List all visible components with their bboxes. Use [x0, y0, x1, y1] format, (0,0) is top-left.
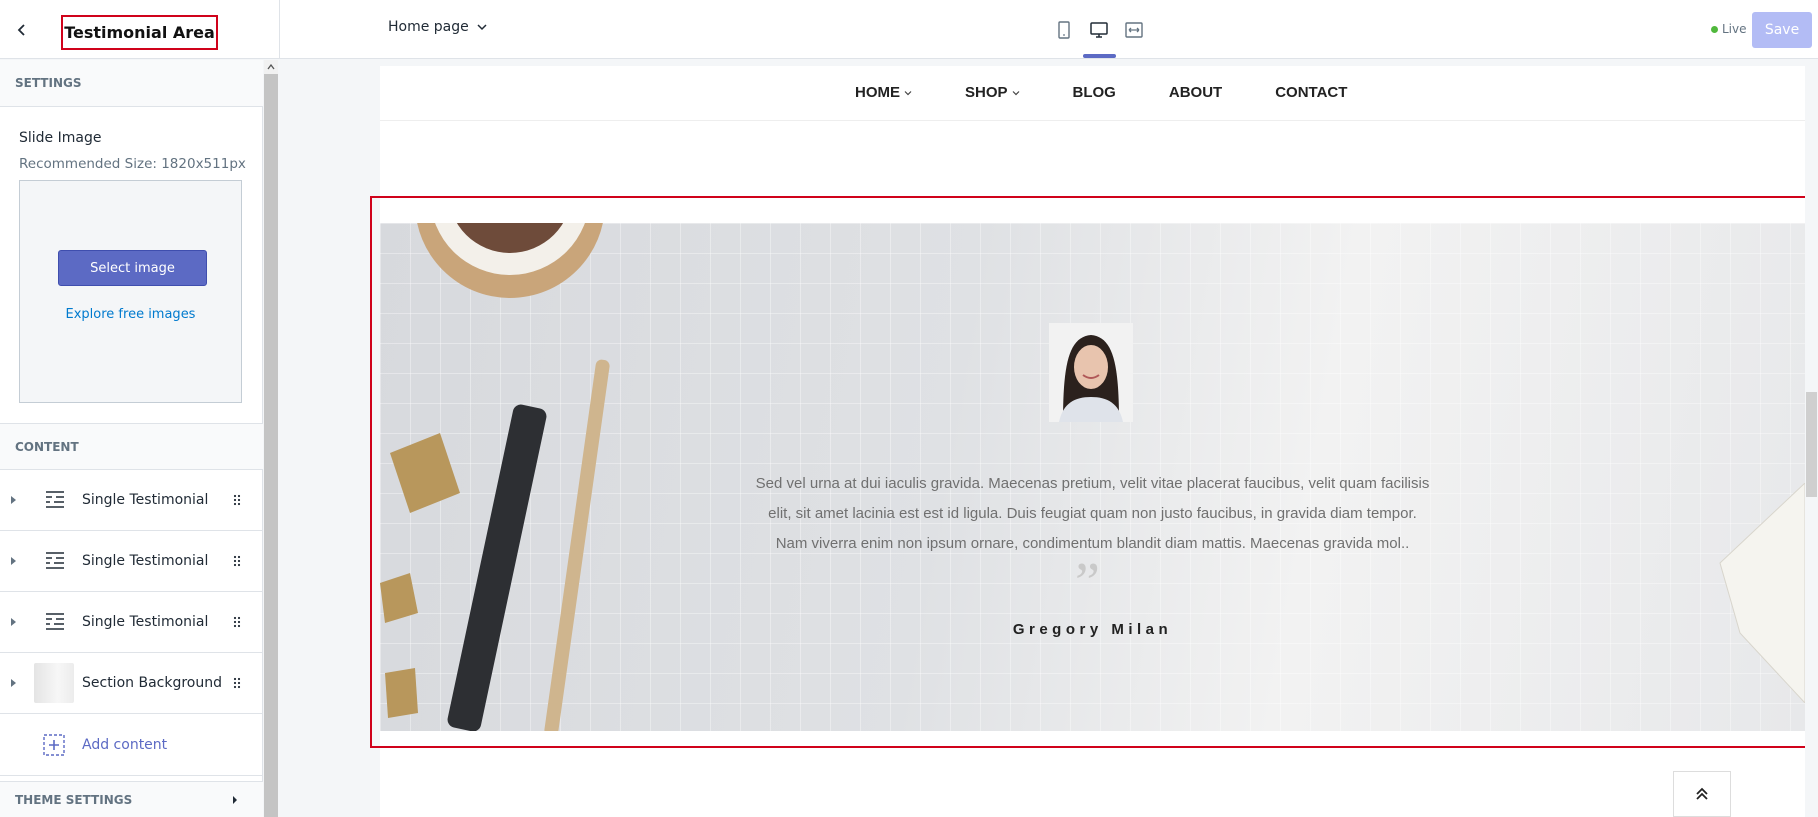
expand-caret-icon[interactable] — [11, 557, 16, 565]
sidebar-scroll-thumb[interactable] — [264, 74, 278, 817]
theme-settings-heading[interactable]: THEME SETTINGS — [0, 781, 263, 817]
quote-icon: ” — [1075, 552, 1100, 614]
save-button[interactable]: Save — [1752, 12, 1812, 48]
author-avatar — [1049, 323, 1133, 422]
block-label: Single Testimonial — [82, 553, 209, 569]
chevron-left-icon — [17, 24, 25, 36]
sidebar: SETTINGS Slide Image Recommended Size: 1… — [0, 60, 263, 817]
expand-caret-icon[interactable] — [11, 679, 16, 687]
block-label: Single Testimonial — [82, 492, 209, 508]
notebook-illustration — [1719, 483, 1805, 703]
mobile-view-button[interactable] — [1052, 18, 1076, 42]
testimonial-icon — [46, 491, 64, 508]
top-bar: Testimonial Area Home page Live Save — [0, 0, 1818, 59]
content-heading: CONTENT — [0, 423, 263, 470]
nav-label: CONTACT — [1275, 84, 1348, 101]
testimonial-author: Gregory Milan — [1012, 621, 1173, 638]
page-selector[interactable]: Home page — [388, 19, 487, 35]
theme-settings-label: THEME SETTINGS — [15, 792, 133, 807]
block-row[interactable]: Section Background — [0, 653, 263, 714]
chevron-right-icon — [233, 795, 237, 804]
testimonial-text: Sed vel urna at dui iaculis gravida. Mae… — [755, 475, 1430, 552]
select-image-button[interactable]: Select image — [58, 250, 207, 286]
nav-menu: HOME SHOP BLOG ABOUT CONTACT — [855, 84, 1347, 101]
testimonial-icon — [46, 613, 64, 630]
slide-image-label: Slide Image — [19, 130, 102, 146]
background-thumbnail — [34, 663, 74, 703]
preview-scroll-thumb[interactable] — [1806, 392, 1817, 497]
nav-label: ABOUT — [1168, 84, 1223, 101]
nav-label: BLOG — [1072, 84, 1116, 101]
chevron-down-icon — [1012, 90, 1019, 95]
settings-heading: SETTINGS — [0, 60, 263, 107]
live-label: Live — [1722, 22, 1747, 36]
explore-free-images-link[interactable]: Explore free images — [20, 307, 241, 322]
expand-horizontal-icon — [1125, 22, 1143, 38]
double-chevron-up-icon — [1696, 787, 1708, 800]
nav-item-home[interactable]: HOME — [855, 84, 912, 101]
recommended-size-text: Recommended Size: 1820x511px — [19, 156, 246, 172]
block-row[interactable]: Single Testimonial — [0, 531, 263, 592]
nav-item-about[interactable]: ABOUT — [1169, 84, 1222, 101]
nav-label: HOME — [855, 84, 900, 101]
nav-item-shop[interactable]: SHOP — [965, 84, 1020, 101]
block-row[interactable]: Single Testimonial — [0, 592, 263, 653]
active-device-indicator — [1083, 54, 1116, 58]
add-content-button[interactable]: Add content — [0, 714, 263, 776]
live-dot-icon — [1711, 25, 1718, 33]
device-switcher — [1052, 18, 1146, 42]
section-title: Testimonial Area — [61, 15, 218, 50]
block-row[interactable]: Single Testimonial — [0, 470, 263, 531]
image-picker: Select image Explore free images — [19, 180, 242, 403]
drag-handle-icon[interactable] — [233, 555, 241, 567]
live-status: Live — [1711, 22, 1747, 36]
add-block-icon — [43, 733, 65, 756]
expand-caret-icon[interactable] — [11, 496, 16, 504]
fullwidth-view-button[interactable] — [1122, 18, 1146, 42]
desk-objects-illustration — [380, 223, 610, 731]
desktop-icon — [1090, 21, 1108, 38]
drag-handle-icon[interactable] — [233, 677, 241, 689]
nav-label: SHOP — [965, 84, 1008, 101]
scroll-up-arrow-icon[interactable] — [264, 60, 278, 74]
back-to-top-button[interactable] — [1673, 771, 1731, 817]
block-label: Section Background — [82, 675, 222, 691]
chevron-down-icon — [477, 24, 487, 31]
nav-item-blog[interactable]: BLOG — [1073, 84, 1116, 101]
storefront-preview: HOME SHOP BLOG ABOUT CONTACT Sed vel urn… — [380, 66, 1805, 817]
mobile-icon — [1058, 21, 1070, 39]
page-selector-label: Home page — [388, 19, 469, 35]
testimonial-icon — [46, 552, 64, 569]
drag-handle-icon[interactable] — [233, 616, 241, 628]
person-photo — [1049, 323, 1133, 422]
testimonial-section: Sed vel urna at dui iaculis gravida. Mae… — [380, 223, 1805, 731]
nav-item-contact[interactable]: CONTACT — [1275, 84, 1347, 101]
divider — [279, 0, 280, 59]
block-label: Single Testimonial — [82, 614, 209, 630]
add-content-label: Add content — [82, 736, 168, 753]
desktop-view-button[interactable] — [1087, 18, 1111, 42]
drag-handle-icon[interactable] — [233, 494, 241, 506]
back-button[interactable] — [10, 18, 34, 42]
expand-caret-icon[interactable] — [11, 618, 16, 626]
chevron-down-icon — [904, 90, 912, 95]
